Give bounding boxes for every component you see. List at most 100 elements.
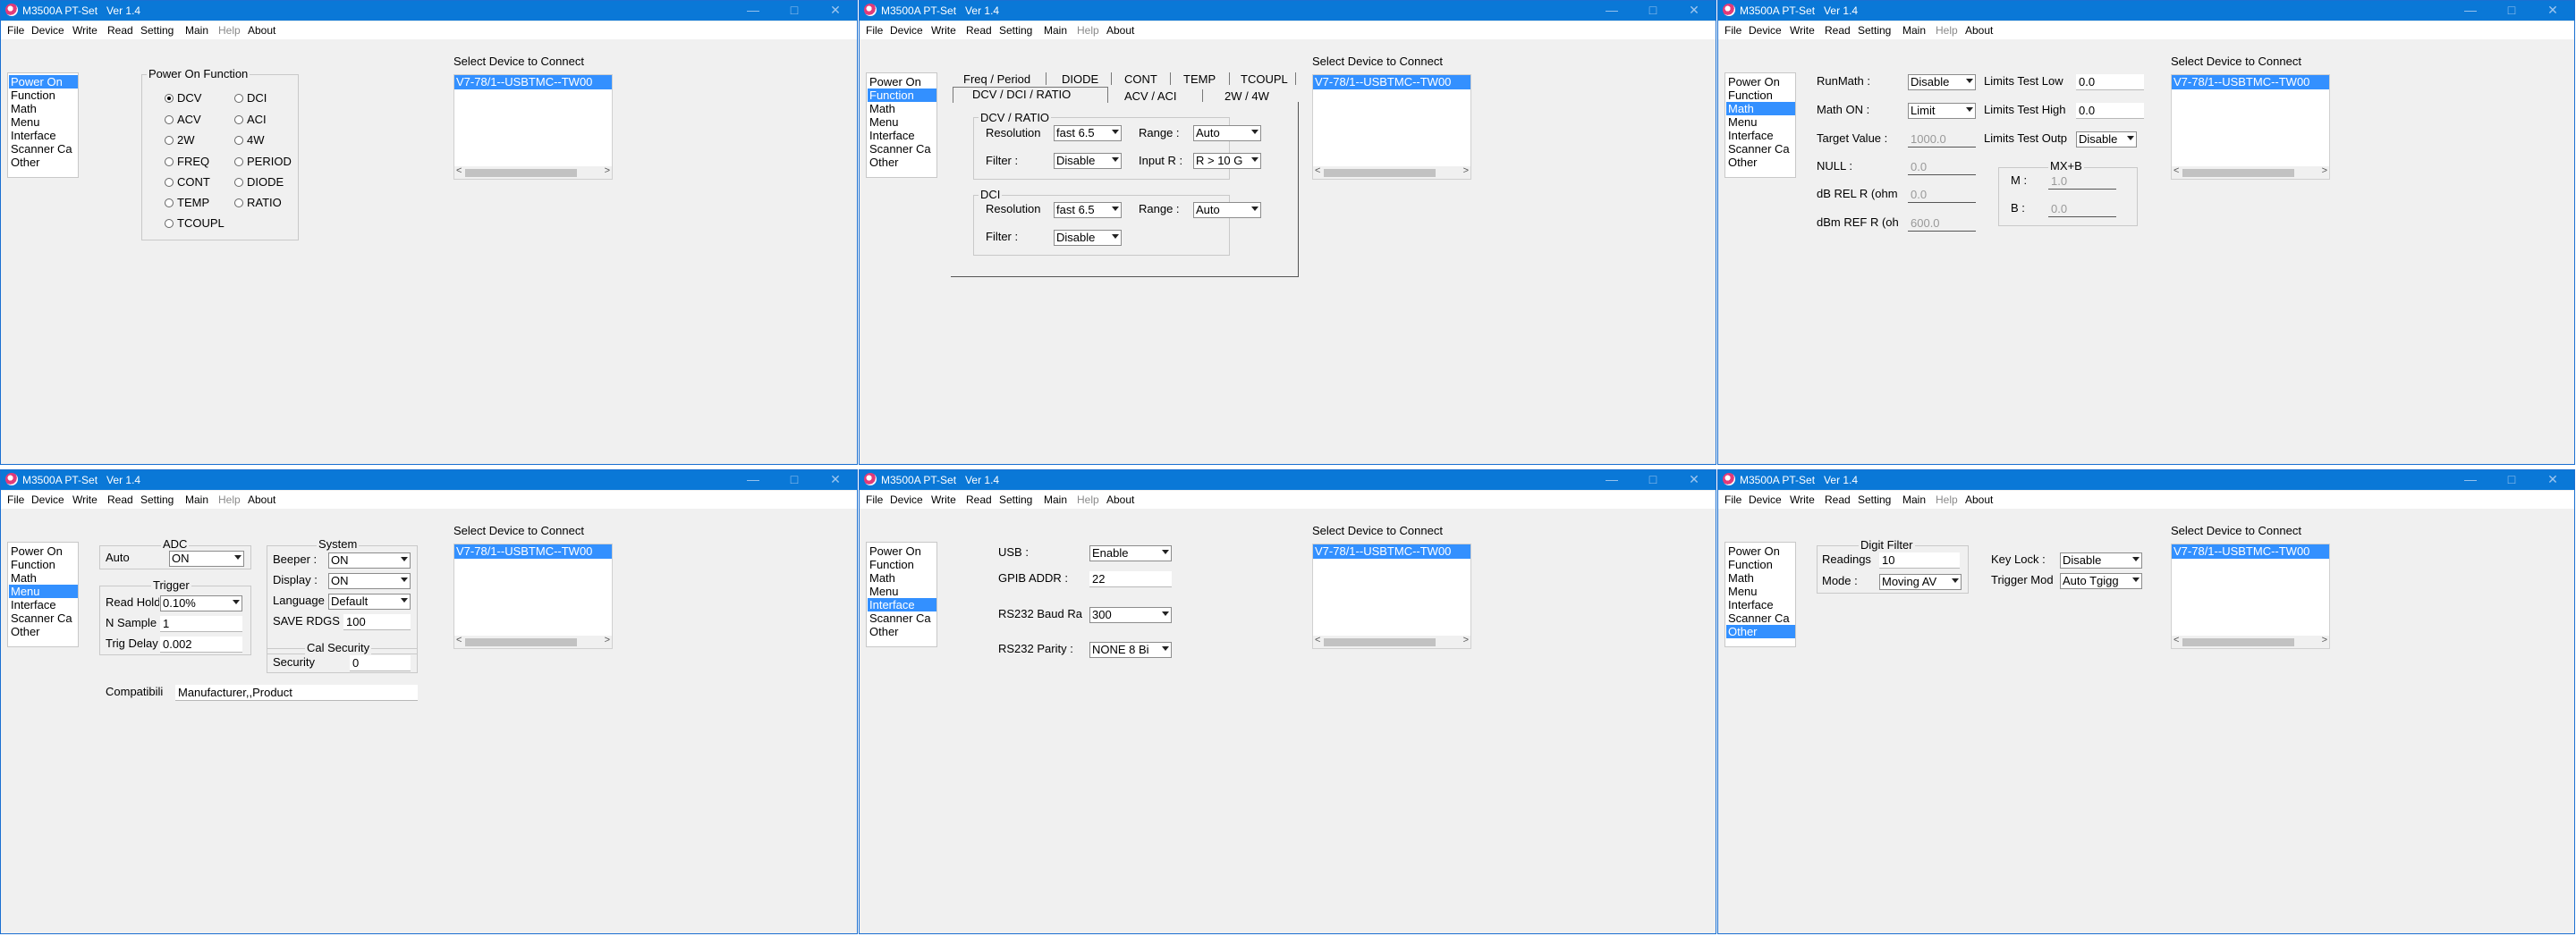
menu-write[interactable]: Write (72, 493, 97, 506)
menu-read[interactable]: Read (1825, 24, 1851, 37)
device-item[interactable]: V7-78/1--USBTMC--TW00 (1313, 544, 1470, 559)
scroll-left-icon[interactable]: < (1315, 165, 1320, 176)
tab-temp[interactable]: TEMP (1183, 72, 1216, 86)
menu-read[interactable]: Read (107, 24, 133, 37)
menu-write[interactable]: Write (931, 493, 956, 506)
minimize-icon[interactable]: — (1591, 2, 1632, 20)
menu-about[interactable]: About (1965, 493, 1993, 506)
device-list[interactable]: V7-78/1--USBTMC--TW00 < > (1312, 544, 1471, 649)
maximize-icon[interactable]: □ (1632, 471, 1674, 489)
null-field[interactable]: 0.0 (1908, 159, 1976, 175)
limits-output-select[interactable]: Disable (2076, 131, 2137, 148)
nav-item-menu[interactable]: Menu (868, 585, 899, 598)
dcv-input-r-select[interactable]: R > 10 G (1193, 153, 1261, 169)
device-item[interactable]: V7-78/1--USBTMC--TW00 (1313, 75, 1470, 89)
beeper-select[interactable]: ON (328, 552, 411, 569)
radio-temp[interactable]: TEMP (165, 196, 209, 209)
menu-device[interactable]: Device (31, 493, 64, 506)
dbmref-field[interactable]: 600.0 (1908, 215, 1976, 232)
title-bar[interactable]: M3500A PT-Set Ver 1.4 — □ ✕ (1, 1, 857, 21)
nav-item-scanner[interactable]: Scanner Ca (1726, 611, 1790, 625)
nav-item-other[interactable]: Other (1726, 156, 1758, 169)
radio-cont[interactable]: CONT (165, 175, 210, 189)
radio-freq[interactable]: FREQ (165, 155, 209, 168)
menu-help[interactable]: Help (1077, 24, 1099, 37)
tab-acv-aci[interactable]: ACV / ACI (1124, 89, 1177, 103)
nav-item-scanner[interactable]: Scanner Ca (9, 611, 72, 625)
scroll-right-icon[interactable]: > (1463, 165, 1469, 176)
compat-field[interactable]: Manufacturer,,Product (175, 685, 418, 701)
scroll-left-icon[interactable]: < (2174, 165, 2179, 176)
menu-setting[interactable]: Setting (999, 493, 1032, 506)
nav-list[interactable]: Power On Function Math Menu Interface Sc… (1724, 72, 1796, 178)
save-rdgs-field[interactable]: 100 (343, 614, 411, 630)
adc-auto-select[interactable]: ON (169, 551, 244, 567)
dci-range-select[interactable]: Auto (1193, 202, 1261, 218)
maximize-icon[interactable]: □ (774, 2, 815, 20)
menu-about[interactable]: About (1106, 24, 1134, 37)
minimize-icon[interactable]: — (733, 471, 774, 489)
maximize-icon[interactable]: □ (774, 471, 815, 489)
limits-high-field[interactable]: 0.0 (2076, 103, 2144, 119)
tab-dcv-dci-ratio[interactable]: DCV / DCI / RATIO (972, 88, 1071, 101)
menu-device[interactable]: Device (31, 24, 64, 37)
dcv-filter-select[interactable]: Disable (1054, 153, 1122, 169)
menu-help[interactable]: Help (1936, 493, 1958, 506)
nav-item-menu[interactable]: Menu (1726, 585, 1758, 598)
nav-item-menu[interactable]: Menu (868, 115, 899, 129)
menu-file[interactable]: File (866, 493, 883, 506)
nav-item-math[interactable]: Math (1726, 571, 1754, 585)
nav-item-other[interactable]: Other (868, 625, 899, 638)
device-list[interactable]: V7-78/1--USBTMC--TW00 < > (2171, 544, 2330, 649)
gpib-field[interactable]: 22 (1089, 571, 1172, 587)
menu-main[interactable]: Main (1902, 493, 1926, 506)
tab-tcoupl[interactable]: TCOUPL (1241, 72, 1288, 86)
menu-device[interactable]: Device (1749, 493, 1782, 506)
menu-setting[interactable]: Setting (140, 24, 174, 37)
radio-4w[interactable]: 4W (234, 133, 265, 147)
nav-item-math[interactable]: Math (868, 571, 895, 585)
scroll-thumb[interactable] (465, 169, 577, 177)
maximize-icon[interactable]: □ (2491, 2, 2532, 20)
b-field[interactable]: 0.0 (2048, 201, 2116, 217)
menu-write[interactable]: Write (1790, 493, 1815, 506)
device-item[interactable]: V7-78/1--USBTMC--TW00 (2172, 544, 2329, 559)
menu-file[interactable]: File (866, 24, 883, 37)
nav-item-power-on[interactable]: Power On (868, 75, 921, 89)
nav-item-interface[interactable]: Interface (9, 129, 56, 142)
mode-select[interactable]: Moving AV (1879, 574, 1962, 590)
n-sample-field[interactable]: 1 (160, 616, 242, 632)
scroll-thumb[interactable] (2182, 169, 2294, 177)
nav-item-math[interactable]: Math (868, 102, 895, 115)
menu-device[interactable]: Device (890, 24, 923, 37)
nav-item-function[interactable]: Function (868, 89, 936, 102)
scroll-left-icon[interactable]: < (2174, 635, 2179, 645)
radio-tcoupl[interactable]: TCOUPL (165, 216, 225, 230)
nav-item-power-on[interactable]: Power On (9, 75, 78, 89)
close-icon[interactable]: ✕ (1674, 471, 1715, 489)
title-bar[interactable]: M3500A PT-Set Ver 1.4 — □ ✕ (860, 470, 1716, 490)
nav-item-menu[interactable]: Menu (9, 585, 78, 598)
menu-help[interactable]: Help (218, 24, 241, 37)
dci-resolution-select[interactable]: fast 6.5 (1054, 202, 1122, 218)
limits-low-field[interactable]: 0.0 (2076, 74, 2144, 90)
nav-item-function[interactable]: Function (9, 89, 55, 102)
nav-item-power-on[interactable]: Power On (1726, 544, 1780, 558)
radio-aci[interactable]: ACI (234, 113, 267, 126)
nav-item-interface[interactable]: Interface (9, 598, 56, 611)
close-icon[interactable]: ✕ (815, 2, 856, 20)
menu-help[interactable]: Help (1077, 493, 1099, 506)
device-list-scrollbar[interactable]: < > (1313, 635, 1470, 648)
nav-item-menu[interactable]: Menu (9, 115, 40, 129)
menu-main[interactable]: Main (185, 24, 208, 37)
nav-list[interactable]: Power On Function Math Menu Interface Sc… (7, 72, 79, 178)
tab-cont[interactable]: CONT (1124, 72, 1157, 86)
nav-item-menu[interactable]: Menu (1726, 115, 1758, 129)
scroll-right-icon[interactable]: > (2322, 635, 2327, 645)
menu-main[interactable]: Main (1044, 24, 1067, 37)
nav-item-interface[interactable]: Interface (1726, 129, 1774, 142)
nav-item-math[interactable]: Math (9, 571, 37, 585)
nav-list[interactable]: Power On Function Math Menu Interface Sc… (866, 72, 937, 178)
device-item[interactable]: V7-78/1--USBTMC--TW00 (454, 75, 612, 89)
tab-2w-4w[interactable]: 2W / 4W (1224, 89, 1269, 103)
